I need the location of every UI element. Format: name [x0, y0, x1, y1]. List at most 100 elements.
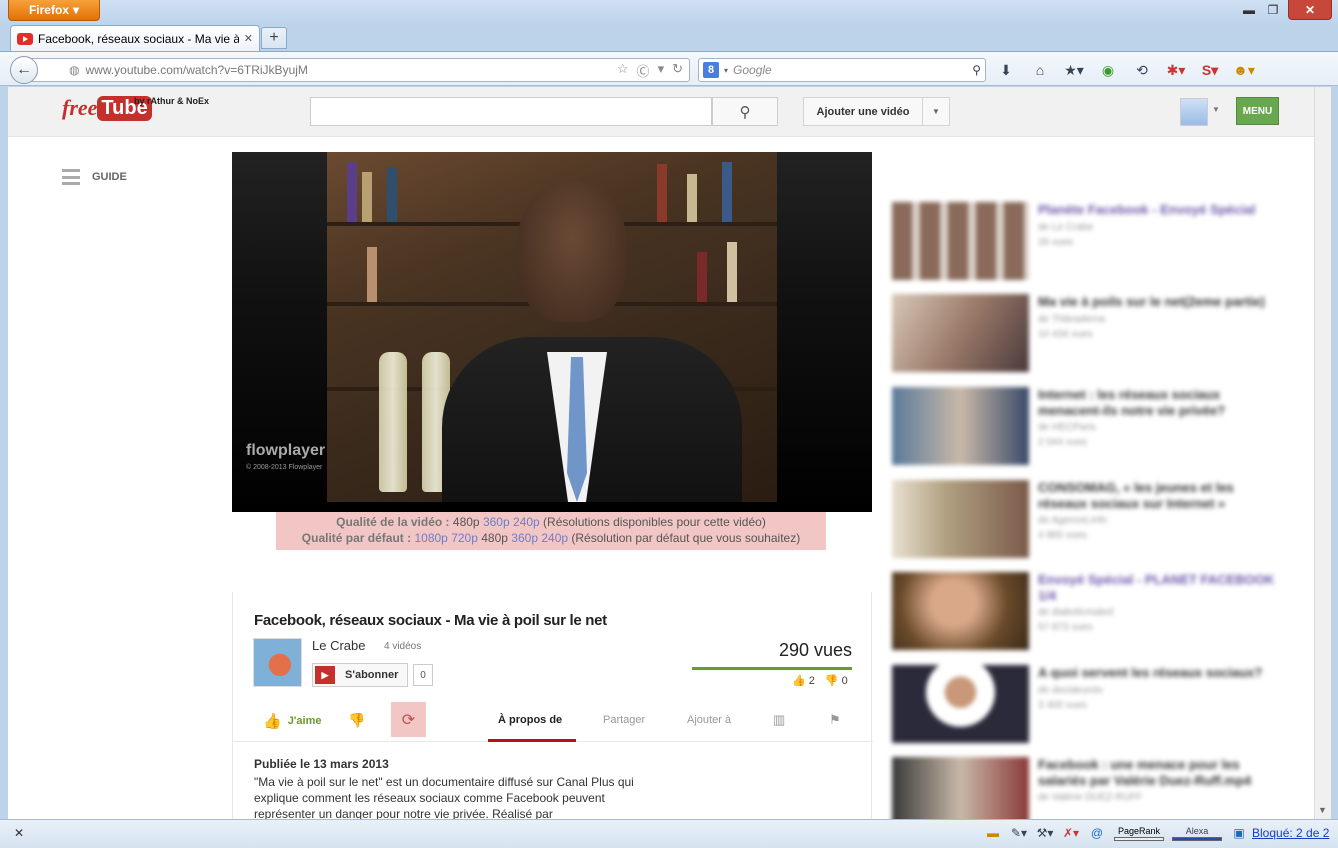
related-title[interactable]: Planète Facebook - Envoyé Spécial: [1038, 202, 1278, 218]
related-video-item[interactable]: A quoi servent les réseaux sociaux? de d…: [892, 665, 1292, 747]
related-title[interactable]: Envoyé Spécial - PLANET FACEBOOK 1/4: [1038, 572, 1278, 604]
addon-s-icon[interactable]: S▾: [1199, 61, 1221, 79]
related-thumbnail[interactable]: [892, 202, 1029, 280]
related-video-item[interactable]: Planète Facebook - Envoyé Spécial de Le …: [892, 202, 1292, 284]
subscribe-button[interactable]: ▶ S'abonner: [312, 663, 408, 687]
site-search-button[interactable]: ⚲: [712, 97, 778, 126]
popup-blocker-icon[interactable]: ▣: [1230, 825, 1248, 841]
search-engine-icon[interactable]: Ⓒ: [637, 61, 650, 80]
channel-avatar[interactable]: [253, 638, 302, 687]
page-scrollbar[interactable]: [1314, 87, 1331, 819]
related-thumbnail[interactable]: [892, 572, 1029, 650]
related-title[interactable]: CONSOMAG, « les jeunes et les réseaux so…: [1038, 480, 1278, 512]
url-text[interactable]: www.youtube.com/watch?v=6TRiJkByujM: [85, 63, 610, 77]
search-bar[interactable]: 8 ▾ Google ⚲: [698, 58, 986, 82]
stats-icon[interactable]: ▥: [773, 712, 785, 728]
close-addon-bar-icon[interactable]: ✕: [14, 826, 24, 840]
video-description: "Ma vie à poil sur le net" est un docume…: [254, 775, 634, 819]
site-search-input[interactable]: [310, 97, 712, 126]
scroll-down-icon[interactable]: ▼: [1314, 802, 1331, 818]
search-icon[interactable]: ⚲: [972, 63, 981, 77]
guide-button[interactable]: GUIDE: [62, 169, 127, 185]
video-frame[interactable]: [327, 152, 777, 502]
chevron-down-icon[interactable]: ▾: [724, 66, 728, 75]
quality-option[interactable]: 240p: [513, 515, 540, 529]
tools-icon[interactable]: ⚒▾: [1036, 825, 1054, 841]
default-quality-option[interactable]: 480p: [481, 531, 508, 545]
quality-option[interactable]: 360p: [483, 515, 510, 529]
bookmark-star-icon[interactable]: ☆: [617, 61, 629, 80]
user-avatar[interactable]: [1180, 98, 1208, 126]
tab-share[interactable]: Partager: [603, 714, 645, 726]
close-tab-icon[interactable]: ✕: [244, 32, 253, 45]
tab-about[interactable]: À propos de: [498, 714, 562, 726]
disabled-addon-icon[interactable]: ✗▾: [1062, 825, 1080, 841]
like-counts: 👍 2 👎 0: [792, 674, 848, 687]
quality-note: (Résolutions disponibles pour cette vidé…: [543, 515, 766, 529]
chevron-down-icon[interactable]: ▼: [1212, 105, 1220, 114]
related-title[interactable]: Facebook : une menace pour les salariés …: [1038, 757, 1278, 789]
close-window-button[interactable]: ✕: [1288, 0, 1332, 20]
reload-icon[interactable]: ↻: [672, 61, 683, 80]
new-tab-button[interactable]: +: [261, 27, 287, 49]
related-video-item[interactable]: Ma vie à poils sur le net(2eme partie) d…: [892, 294, 1292, 376]
alexa-label: Alexa: [1185, 825, 1209, 836]
firefox-menu-button[interactable]: Firefox ▾: [8, 0, 100, 21]
minimize-button[interactable]: ▬: [1238, 0, 1260, 20]
back-button[interactable]: ←: [10, 56, 38, 84]
history-dropdown-icon[interactable]: ▾: [658, 61, 665, 80]
repeat-icon: ⟳: [401, 711, 416, 729]
default-quality-option[interactable]: 1080p: [414, 531, 447, 545]
related-thumbnail[interactable]: [892, 480, 1029, 558]
eyedropper-icon[interactable]: ✎▾: [1010, 825, 1028, 841]
rss-icon[interactable]: ▬: [984, 825, 1002, 841]
globe-icon: ◍: [69, 63, 80, 77]
related-video-item[interactable]: Internet : les réseaux sociaux menacent-…: [892, 387, 1292, 469]
chevron-down-icon: ▼: [932, 107, 940, 116]
related-video-item[interactable]: Envoyé Spécial - PLANET FACEBOOK 1/4 de …: [892, 572, 1292, 654]
default-quality-option[interactable]: 720p: [451, 531, 478, 545]
home-icon[interactable]: ⌂: [1029, 61, 1051, 79]
video-player[interactable]: flowplayer © 2008-2013 Flowplayer: [232, 152, 872, 512]
upload-video-button[interactable]: Ajouter une vidéo: [803, 97, 923, 126]
flowplayer-logo[interactable]: flowplayer: [246, 442, 325, 460]
quality-option[interactable]: 480p: [453, 515, 480, 529]
default-quality-option[interactable]: 360p: [511, 531, 538, 545]
download-icon[interactable]: ⬇: [995, 61, 1017, 79]
upload-dropdown-button[interactable]: ▼: [922, 97, 950, 126]
url-bar[interactable]: ◍ www.youtube.com/watch?v=6TRiJkByujM ☆ …: [30, 58, 690, 82]
default-quality-option[interactable]: 240p: [541, 531, 568, 545]
like-button[interactable]: 👍 J'aime: [263, 712, 322, 730]
maximize-button[interactable]: ❐: [1262, 0, 1284, 20]
related-video-item[interactable]: Facebook : une menace pour les salariés …: [892, 757, 1292, 819]
alexa-widget[interactable]: Alexa: [1172, 826, 1222, 841]
related-video-item[interactable]: CONSOMAG, « les jeunes et les réseaux so…: [892, 480, 1292, 562]
related-title[interactable]: A quoi servent les réseaux sociaux?: [1038, 665, 1278, 681]
addon-green-icon[interactable]: ◉: [1097, 61, 1119, 79]
related-title[interactable]: Ma vie à poils sur le net(2eme partie): [1038, 294, 1278, 310]
email-icon[interactable]: @: [1088, 825, 1106, 841]
popup-blocked-status[interactable]: Bloqué: 2 de 2: [1252, 826, 1329, 840]
related-thumbnail[interactable]: [892, 387, 1029, 465]
channel-name-link[interactable]: Le Crabe: [312, 638, 365, 653]
bookmarks-icon[interactable]: ★▾: [1063, 61, 1085, 79]
sync-icon[interactable]: ⟲: [1131, 61, 1153, 79]
tab-add-to[interactable]: Ajouter à: [687, 714, 731, 726]
addon-monkey-icon[interactable]: ☻▾: [1233, 61, 1255, 79]
related-thumbnail[interactable]: [892, 294, 1029, 372]
channel-video-count[interactable]: 4 vidéos: [384, 641, 421, 652]
related-thumbnail[interactable]: [892, 665, 1029, 743]
related-title[interactable]: Internet : les réseaux sociaux menacent-…: [1038, 387, 1278, 419]
browser-tab[interactable]: Facebook, réseaux sociaux - Ma vie à poi…: [10, 25, 260, 51]
google-icon[interactable]: 8: [703, 62, 719, 78]
flag-icon[interactable]: ⚑: [829, 712, 841, 728]
related-thumbnail[interactable]: [892, 757, 1029, 819]
search-placeholder[interactable]: Google: [733, 63, 967, 77]
dislike-button[interactable]: 👎: [348, 712, 365, 729]
youtube-play-icon: ▶: [313, 664, 337, 686]
pagerank-widget[interactable]: PageRank: [1114, 826, 1164, 841]
menu-button[interactable]: MENU: [1236, 97, 1279, 125]
repeat-button[interactable]: ⟳: [391, 702, 426, 737]
addon-red-icon[interactable]: ✱▾: [1165, 61, 1187, 79]
video-title: Facebook, réseaux sociaux - Ma vie à poi…: [254, 612, 607, 629]
